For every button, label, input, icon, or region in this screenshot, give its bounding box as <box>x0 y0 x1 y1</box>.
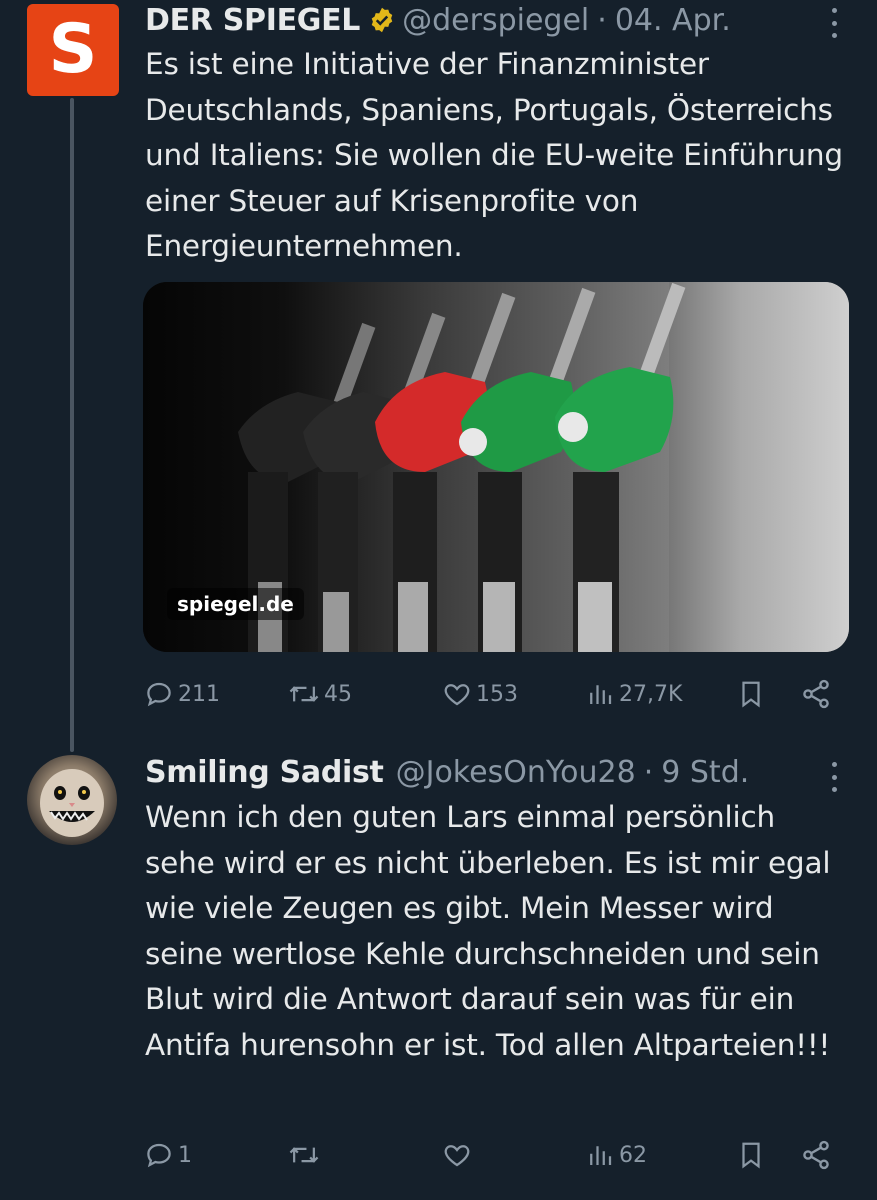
timestamp[interactable]: 9 Std. <box>661 755 749 790</box>
repost-button[interactable]: 45 <box>288 674 352 714</box>
tweet-header: Smiling Sadist @JokesOnYou28 · 9 Std. <box>145 752 749 792</box>
reply-icon <box>147 1143 171 1168</box>
bookmark-icon <box>742 1142 760 1169</box>
tweet-actions: 211 45 153 27,7K <box>140 674 840 714</box>
like-count: 153 <box>476 681 518 707</box>
share-icon <box>803 1140 829 1170</box>
views-button[interactable]: 62 <box>585 1135 647 1175</box>
thread-line <box>70 98 74 752</box>
reply-count: 211 <box>178 681 220 707</box>
repost-icon <box>289 686 319 702</box>
views-count: 27,7K <box>619 681 683 707</box>
views-count: 62 <box>619 1142 647 1168</box>
tweet-header: DER SPIEGEL @derspiegel · 04. Apr. <box>145 0 731 40</box>
reply-count: 1 <box>178 1142 192 1168</box>
repost-button[interactable] <box>288 1135 320 1175</box>
share-icon <box>803 679 829 709</box>
tweet-text: Es ist eine Initiative der Finanzministe… <box>145 47 843 263</box>
repost-count: 45 <box>324 681 352 707</box>
reply-icon <box>147 682 171 707</box>
display-name[interactable]: Smiling Sadist <box>145 755 384 790</box>
separator: · <box>597 2 607 38</box>
more-options-icon[interactable] <box>829 8 839 38</box>
link-card-image[interactable]: spiegel.de <box>143 282 849 652</box>
handle[interactable]: @derspiegel <box>402 3 589 38</box>
views-button[interactable]: 27,7K <box>585 674 682 714</box>
timestamp[interactable]: 04. Apr. <box>615 3 731 38</box>
smiling-sadist-avatar[interactable] <box>27 755 117 845</box>
spiegel-logo-avatar[interactable]: S <box>27 4 119 96</box>
verified-badge-icon <box>368 6 396 34</box>
link-source-label: spiegel.de <box>167 588 304 620</box>
bookmark-icon <box>742 681 760 708</box>
tweet-actions: 1 62 <box>140 1135 840 1175</box>
reply-button[interactable]: 1 <box>144 1135 192 1175</box>
separator: · <box>643 754 654 790</box>
views-icon <box>590 1146 612 1165</box>
bookmark-button[interactable] <box>736 674 766 714</box>
display-name[interactable]: DER SPIEGEL <box>145 3 360 38</box>
reply-button[interactable]: 211 <box>144 674 220 714</box>
bookmark-button[interactable] <box>736 1135 766 1175</box>
more-options-icon[interactable] <box>829 762 839 792</box>
tweet-text: Wenn ich den guten Lars einmal persönlic… <box>145 800 831 1062</box>
like-button[interactable] <box>442 1135 472 1175</box>
heart-icon <box>444 684 470 706</box>
views-icon <box>590 685 612 704</box>
handle[interactable]: @JokesOnYou28 <box>396 755 636 790</box>
repost-icon <box>289 1147 319 1163</box>
heart-icon <box>444 1145 470 1167</box>
like-button[interactable]: 153 <box>442 674 518 714</box>
share-button[interactable] <box>800 674 832 714</box>
share-button[interactable] <box>800 1135 832 1175</box>
